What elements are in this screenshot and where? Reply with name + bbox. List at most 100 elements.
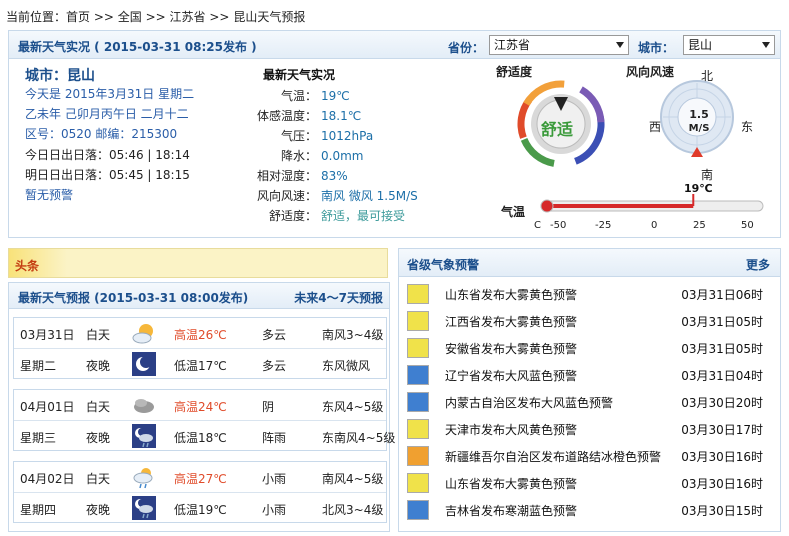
forecast-weather: 阵雨 — [262, 431, 287, 445]
warning-item[interactable]: 辽宁省发布大风蓝色预警 03月31日04时 — [407, 362, 775, 388]
warning-text[interactable]: 内蒙古自治区发布大风蓝色预警 — [445, 394, 613, 411]
chevron-down-icon — [616, 42, 624, 48]
live-row: 体感温度： 18.1℃ — [239, 107, 499, 124]
headline-tag: 头条 — [15, 259, 40, 273]
live-row-label: 气温： — [280, 89, 317, 103]
warning-text[interactable]: 山东省发布大雾黄色预警 — [445, 475, 577, 492]
forecast-weather: 多云 — [262, 359, 287, 373]
forecast-temp: 低温17℃ — [174, 359, 227, 373]
forecast-period: 白天 — [86, 328, 111, 342]
gale-blue-icon — [407, 392, 429, 412]
forecast-period: 夜晚 — [86, 359, 111, 373]
live-row-label: 相对湿度： — [256, 169, 317, 183]
today-date: 今天是 2015年3月31日 星期二 — [25, 87, 195, 101]
live-row-value: 南风 微风 1.5M/S — [321, 189, 418, 203]
warning-text[interactable]: 新疆维吾尔自治区发布道路结冰橙色预警 — [445, 448, 661, 465]
breadcrumb-province[interactable]: 江苏省 — [170, 10, 206, 24]
warning-item[interactable]: 安徽省发布大雾黄色预警 03月31日05时 — [407, 335, 775, 361]
city-name: 城市：昆山 — [25, 68, 95, 84]
warning-text[interactable]: 辽宁省发布大风蓝色预警 — [445, 367, 577, 384]
partly-cloudy-sun-icon — [132, 321, 156, 345]
forecast-row-day: 04月01日 白天 高温24℃ 阴 东风4~5级 — [14, 390, 386, 420]
breadcrumb-national[interactable]: 全国 — [118, 10, 142, 24]
warning-text[interactable]: 山东省发布大雾黄色预警 — [445, 286, 577, 303]
breadcrumb-home[interactable]: 首页 — [66, 10, 90, 24]
forecast-row-day: 04月02日 白天 高温27℃ 小雨 南风4~5级 — [14, 462, 386, 492]
warning-more-link[interactable]: 更多 — [746, 256, 770, 273]
wind-speed: 1.5 — [689, 108, 709, 121]
forecast-weather: 小雨 — [262, 503, 287, 517]
forecast-date: 04月02日 — [20, 472, 75, 486]
province-select-value: 江苏省 — [494, 38, 531, 52]
cold-wave-blue-icon — [407, 500, 429, 520]
wind-dir-south: 南 — [701, 168, 714, 182]
temp-tick: 0 — [651, 220, 658, 231]
breadcrumb: 当前位置：首页 >> 全国 >> 江苏省 >> 昆山天气预报 — [6, 8, 305, 25]
live-row: 舒适度： 舒适，最可接受 — [239, 207, 499, 224]
live-row-label: 风向风速： — [256, 189, 317, 203]
no-warning-link[interactable]: 暂无预警 — [25, 186, 73, 203]
temp-tick: -50 — [550, 220, 567, 231]
forecast-temp: 高温26℃ — [174, 328, 227, 342]
forecast-row-night: 星期二 夜晚 低温17℃ 多云 东风微风 — [14, 348, 386, 378]
temp-tick: 50 — [741, 220, 754, 231]
warning-header: 省级气象预警 更多 — [399, 249, 780, 277]
forecast-wind: 南风4~5级 — [322, 472, 384, 486]
warning-item[interactable]: 天津市发布大风黄色预警 03月30日17时 — [407, 416, 775, 442]
overcast-icon — [132, 393, 156, 417]
breadcrumb-current: 昆山天气预报 — [233, 10, 306, 24]
temp-tick: 25 — [693, 220, 706, 231]
wind-dir-west: 西 — [649, 120, 662, 134]
warning-time: 03月30日17时 — [681, 423, 763, 437]
wind-compass — [660, 80, 734, 157]
forecast-wind: 东风4~5级 — [322, 400, 384, 414]
province-warning-panel: 省级气象预警 更多 山东省发布大雾黄色预警 03月31日06时 江西省发布大雾黄色预… — [398, 248, 781, 532]
forecast-temp: 高温27℃ — [174, 472, 227, 486]
forecast-date: 03月31日 — [20, 328, 75, 342]
gale-yellow-icon — [407, 419, 429, 439]
lunar-date: 乙未年 己卯月丙午日 二月十二 — [25, 107, 189, 121]
forecast-more-link[interactable]: 未来4～7天预报 — [294, 289, 383, 306]
province-select[interactable]: 江苏省 — [489, 35, 629, 55]
warning-item[interactable]: 山东省发布大雾黄色预警 03月30日16时 — [407, 470, 775, 496]
live-row: 气温： 19℃ — [239, 87, 499, 104]
live-row: 气压： 1012hPa — [239, 127, 499, 144]
forecast-wind: 南风3~4级 — [322, 328, 384, 342]
city-select[interactable]: 昆山 — [683, 35, 775, 55]
forecast-wind: 东南风4~5级 — [322, 431, 396, 445]
forecast-row-day: 03月31日 白天 高温26℃ 多云 南风3~4级 — [14, 318, 386, 348]
warning-text[interactable]: 安徽省发布大雾黄色预警 — [445, 340, 577, 357]
warning-item[interactable]: 内蒙古自治区发布大风蓝色预警 03月30日20时 — [407, 389, 775, 415]
live-weather-header: 最新天气实况 ( 2015-03-31 08:25发布 ) 省份： 江苏省 城市… — [9, 31, 780, 59]
city-select-value: 昆山 — [688, 38, 713, 52]
warning-text[interactable]: 天津市发布大风黄色预警 — [445, 421, 577, 438]
live-row-label: 体感温度： — [256, 109, 317, 123]
warning-time: 03月30日16时 — [681, 477, 763, 491]
warning-text[interactable]: 吉林省发布寒潮蓝色预警 — [445, 502, 577, 519]
warning-time: 03月31日05时 — [681, 315, 763, 329]
warning-time: 03月30日16时 — [681, 450, 763, 464]
live-row-value: 19℃ — [321, 89, 350, 103]
fog-yellow-icon — [407, 284, 429, 304]
forecast-row-night: 星期三 夜晚 低温18℃ 阵雨 东南风4~5级 — [14, 420, 395, 450]
chevron-down-icon — [762, 42, 770, 48]
gale-blue-icon — [407, 365, 429, 385]
forecast-weather: 阴 — [262, 400, 275, 414]
warning-item[interactable]: 新疆维吾尔自治区发布道路结冰橙色预警 03月30日16时 — [407, 443, 775, 469]
temperature-bar — [540, 194, 764, 213]
breadcrumb-prefix: 当前位置： — [6, 10, 67, 24]
light-rain-icon — [132, 465, 156, 489]
headline-bar[interactable]: 头条 — [8, 248, 388, 278]
forecast-day: 03月31日 白天 高温26℃ 多云 南风3~4级 星期二 夜晚 低温17℃ 多云 东风微风 — [13, 317, 387, 379]
live-row: 降水： 0.0mm — [239, 147, 499, 164]
forecast-period: 夜晚 — [86, 503, 111, 517]
warning-text[interactable]: 江西省发布大雾黄色预警 — [445, 313, 577, 330]
night-shower-icon — [132, 424, 156, 448]
forecast-weekday: 星期四 — [20, 503, 57, 517]
forecast-weather: 多云 — [262, 328, 287, 342]
warning-item[interactable]: 山东省发布大雾黄色预警 03月31日06时 — [407, 281, 775, 307]
warning-item[interactable]: 江西省发布大雾黄色预警 03月31日05时 — [407, 308, 775, 334]
warning-item[interactable]: 吉林省发布寒潮蓝色预警 03月30日15时 — [407, 497, 775, 523]
temperature-label: 气温 — [501, 205, 526, 219]
fog-yellow-icon — [407, 473, 429, 493]
